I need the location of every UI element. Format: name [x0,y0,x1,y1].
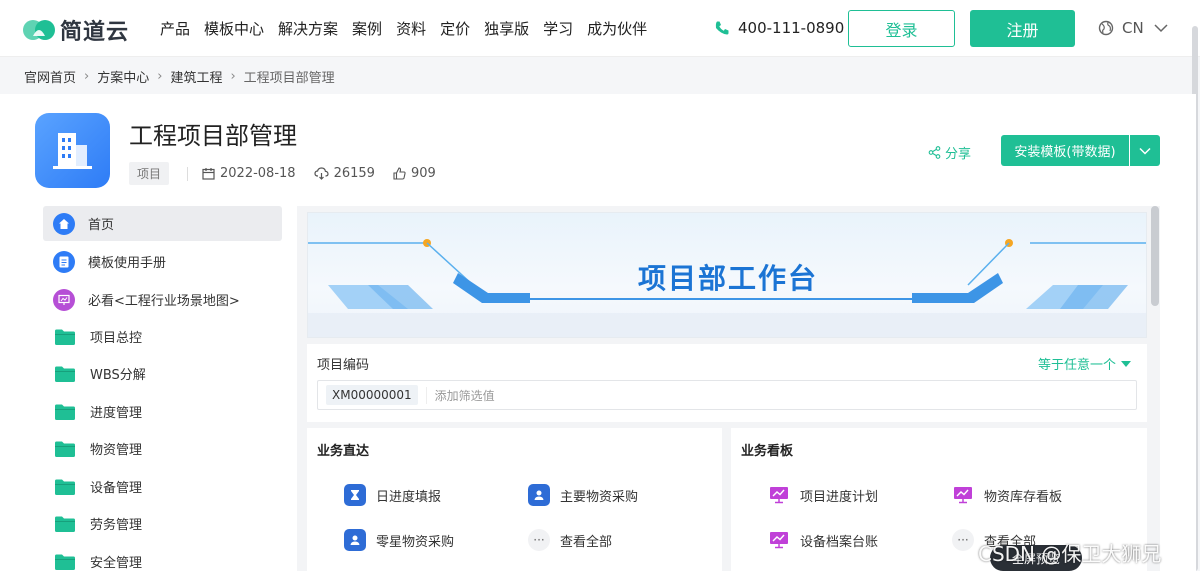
globe-icon [1098,20,1114,36]
sidebar-item-overall-control[interactable]: 项目总控 [43,319,282,354]
nav-item-product[interactable]: 产品 [160,18,190,39]
chevron-down-icon [1154,24,1168,33]
like-count[interactable]: 909 [393,166,436,181]
nav-item-learn[interactable]: 学习 [543,18,573,39]
preview-scrollbar[interactable] [1151,206,1159,306]
sidebar-item-home[interactable]: 首页 [43,206,282,241]
nav-item-cases[interactable]: 案例 [352,18,382,39]
worker-icon [528,484,550,506]
calendar-icon [202,168,215,180]
chevron-down-icon [1139,147,1151,155]
install-options-dropdown[interactable] [1130,135,1160,166]
dashboard-preview: 项目部工作台 项目编码 等于任意一个 XM00000001 添加筛选值 业务直达… [307,206,1147,571]
board-link-inventory[interactable]: 物资库存看板 [952,484,1062,506]
breadcrumb-construction[interactable]: 建筑工程 [170,67,222,86]
quick-link-minor-procurement[interactable]: 零星物资采购 [344,529,454,551]
sidebar-item-scene-map[interactable]: 必看<工程行业场景地图> [43,282,282,317]
folder-icon [55,404,75,420]
login-button[interactable]: 登录 [848,10,955,47]
filter-mode-dropdown[interactable]: 等于任意一个 [1038,354,1131,373]
board-link-equipment-ledger[interactable]: 设备档案台账 [768,529,878,551]
sidebar-item-wbs[interactable]: WBS分解 [43,356,282,391]
chart-board-icon [768,484,790,506]
quick-link-view-all[interactable]: ··· 查看全部 [528,529,612,551]
sidebar-item-manual[interactable]: 模板使用手册 [43,244,282,279]
brand-name: 简道云 [60,20,130,45]
more-icon: ··· [528,529,550,551]
sidebar-item-schedule[interactable]: 进度管理 [43,394,282,429]
nav-item-resources[interactable]: 资料 [396,18,426,39]
breadcrumb-chevron-icon: › [230,69,236,84]
workbench-banner: 项目部工作台 [307,212,1147,338]
phone-number: 400-111-0890 [738,19,845,37]
top-navbar: 简道云 产品 模板中心 解决方案 案例 资料 定价 独享版 学习 成为伙伴 40… [0,0,1200,57]
meta-divider [187,166,189,181]
folder-icon [55,554,75,570]
sidebar-item-equipment[interactable]: 设备管理 [43,469,282,504]
board-link-progress-plan[interactable]: 项目进度计划 [768,484,878,506]
contact-phone[interactable]: 400-111-0890 [714,19,844,37]
publish-date: 2022-08-18 [202,166,296,181]
category-tag: 项目 [129,162,170,185]
filter-label: 项目编码 [317,358,370,373]
template-sidebar: 首页 模板使用手册 必看<工程行业场景地图> 项目总控 WBS分解 进度管理 物… [36,206,297,571]
main-nav: 产品 模板中心 解决方案 案例 资料 定价 独享版 学习 成为伙伴 [160,18,661,39]
thumbs-up-icon [393,167,406,180]
download-count: 26159 [313,166,375,181]
breadcrumb-chevron-icon: › [84,69,90,84]
nav-item-templates[interactable]: 模板中心 [204,18,264,39]
quick-link-main-procurement[interactable]: 主要物资采购 [528,484,638,506]
chart-board-icon [952,484,974,506]
folder-icon [55,366,75,382]
share-icon [928,146,941,159]
template-title: 工程项目部管理 [129,122,297,150]
breadcrumb-current: 工程项目部管理 [243,71,335,86]
nav-item-partner[interactable]: 成为伙伴 [587,18,647,39]
more-icon: ··· [952,529,974,551]
share-button[interactable]: 分享 [928,143,971,162]
folder-icon [55,516,75,532]
phone-icon [715,21,729,35]
breadcrumb: 官网首页 › 方案中心 › 建筑工程 › 工程项目部管理 [24,67,335,86]
banner-title: 项目部工作台 [637,262,818,295]
nav-item-solutions[interactable]: 解决方案 [278,18,338,39]
building-icon [35,113,110,188]
template-meta: 项目 2022-08-18 26159 909 [129,162,454,185]
card-title: 业务直达 [317,444,370,459]
document-icon [53,250,75,273]
language-label: CN [1122,19,1144,37]
install-template-group: 安装模板(带数据) [1001,135,1160,166]
nav-item-pricing[interactable]: 定价 [440,18,470,39]
hourglass-icon [344,484,366,506]
watermark: CSDN @保卫大狮兄 [978,542,1162,566]
project-code-filter: 项目编码 等于任意一个 XM00000001 添加筛选值 [307,344,1147,422]
add-filter-value[interactable]: 添加筛选值 [425,386,495,404]
register-button[interactable]: 注册 [970,10,1075,47]
caret-down-icon [1121,360,1131,367]
home-icon [53,212,75,235]
nav-item-private[interactable]: 独享版 [484,18,529,39]
breadcrumb-solutions[interactable]: 方案中心 [97,67,149,86]
cloud-download-icon [313,167,329,180]
breadcrumb-chevron-icon: › [157,69,163,84]
quick-access-card: 业务直达 日进度填报 主要物资采购 零星物资采购 ··· 查看全部 [307,428,722,571]
logo-icon [22,16,56,44]
sidebar-item-safety[interactable]: 安全管理 [43,544,282,571]
install-template-button[interactable]: 安装模板(带数据) [1001,135,1129,166]
folder-icon [55,329,75,345]
worker-icon [344,529,366,551]
folder-icon [55,441,75,457]
presentation-icon [53,288,75,311]
folder-icon [55,479,75,495]
filter-values-input[interactable]: XM00000001 添加筛选值 [317,380,1137,410]
breadcrumb-home[interactable]: 官网首页 [24,67,76,86]
language-switcher[interactable]: CN [1098,19,1168,37]
brand-logo[interactable]: 简道云 [22,14,129,46]
filter-chip[interactable]: XM00000001 [326,385,418,405]
chart-board-icon [768,529,790,551]
quick-link-daily-progress[interactable]: 日进度填报 [344,484,441,506]
sidebar-item-materials[interactable]: 物资管理 [43,431,282,466]
card-title: 业务看板 [741,444,794,459]
sidebar-item-labor[interactable]: 劳务管理 [43,506,282,541]
